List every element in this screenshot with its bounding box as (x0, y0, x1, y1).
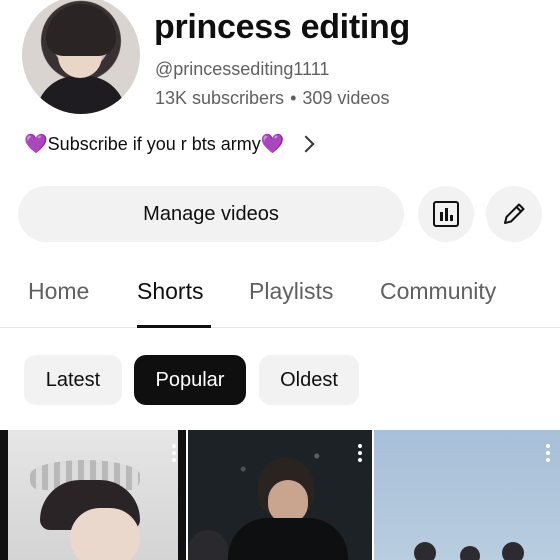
tab-home[interactable]: Home (28, 278, 89, 305)
tab-shorts[interactable]: Shorts (137, 278, 203, 305)
subscriber-count: 13K subscribers (155, 88, 285, 108)
active-tab-indicator (137, 325, 211, 328)
purple-heart-icon: 💜 (260, 134, 285, 155)
edit-channel-button[interactable] (486, 186, 542, 242)
manage-videos-button[interactable]: Manage videos (18, 186, 404, 242)
filter-chip-latest[interactable]: Latest (24, 355, 122, 405)
channel-description-text: Subscribe if you r bts army (47, 133, 261, 154)
filter-chip-popular[interactable]: Popular (134, 355, 246, 405)
channel-description[interactable]: 💜 Subscribe if you r bts army 💜 (24, 130, 315, 158)
short-thumbnail[interactable] (188, 430, 372, 560)
purple-heart-icon: 💜 (24, 134, 48, 155)
analytics-icon (433, 201, 459, 227)
tab-playlists[interactable]: Playlists (249, 278, 333, 305)
more-options-icon[interactable] (546, 444, 550, 462)
filter-chip-oldest[interactable]: Oldest (259, 355, 359, 405)
tab-community[interactable]: Community (380, 278, 496, 305)
more-options-icon[interactable] (172, 444, 176, 462)
stats-separator: • (290, 88, 297, 108)
channel-avatar[interactable] (22, 0, 140, 114)
short-thumbnail[interactable] (374, 430, 560, 560)
chevron-right-icon (297, 135, 315, 153)
more-options-icon[interactable] (358, 444, 362, 462)
avatar-figure-hair (46, 4, 116, 56)
short-thumbnail[interactable] (0, 430, 186, 560)
analytics-button[interactable] (418, 186, 474, 242)
channel-name: princess editing (154, 8, 410, 46)
avatar-figure-body (36, 76, 126, 114)
channel-header: princess editing @princessediting1111 13… (0, 0, 560, 120)
channel-tabs: Home Shorts Playlists Community (0, 266, 560, 328)
video-count: 309 videos (302, 88, 390, 108)
channel-handle: @princessediting1111 (155, 59, 330, 79)
channel-stats: 13K subscribers • 309 videos (155, 88, 389, 109)
pencil-icon (504, 203, 525, 224)
